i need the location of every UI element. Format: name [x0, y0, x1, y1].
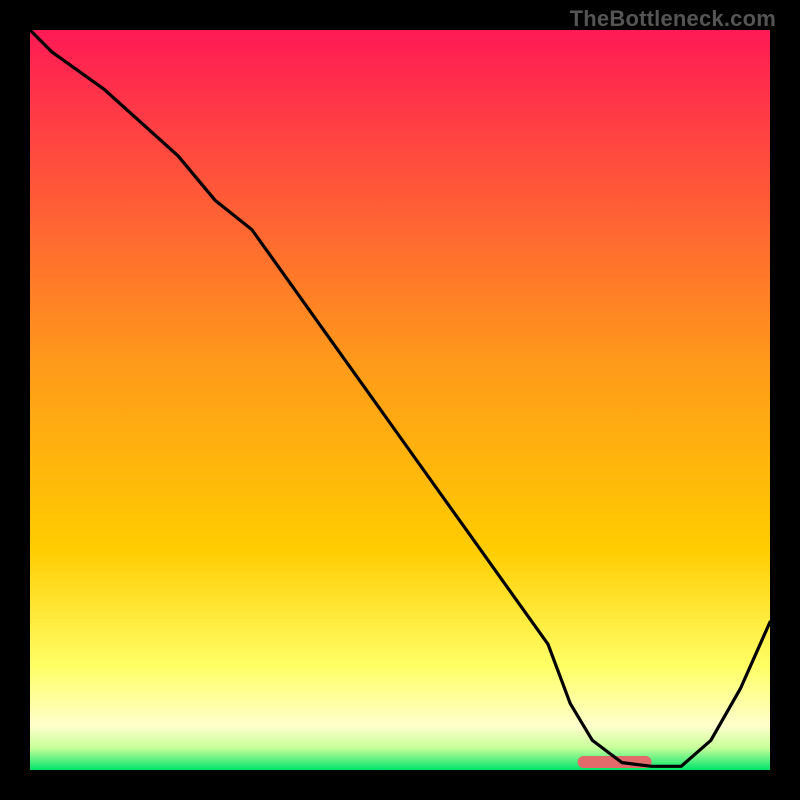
chart-root: TheBottleneck.com	[0, 0, 800, 800]
gradient-background	[30, 30, 770, 770]
plot-svg	[30, 30, 770, 770]
watermark-label: TheBottleneck.com	[570, 6, 776, 32]
plot-area	[30, 30, 770, 770]
